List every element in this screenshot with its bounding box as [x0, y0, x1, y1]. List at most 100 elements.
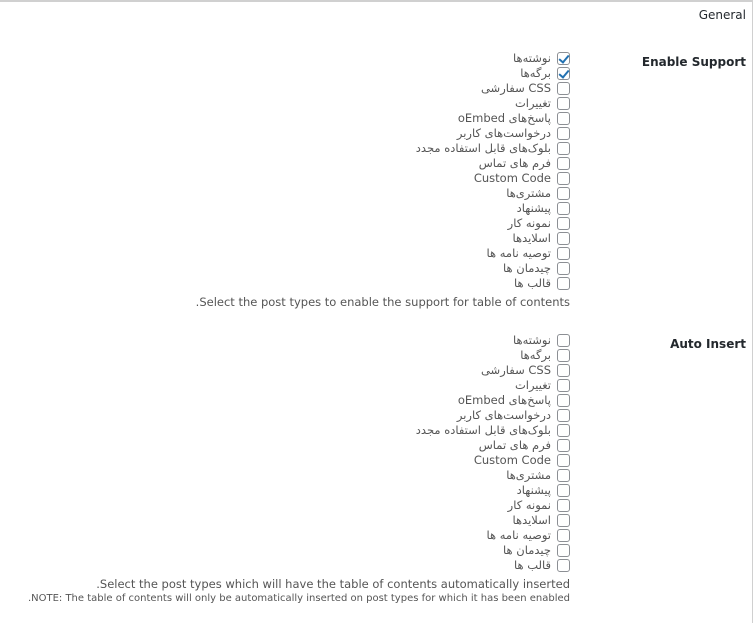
enable-support-checkbox[interactable]: [557, 187, 570, 200]
enable-support-checkbox[interactable]: [557, 232, 570, 245]
enable-support-option-label: نوشته‌ها: [513, 51, 551, 65]
auto-insert-description: Select the post types which will have th…: [96, 577, 570, 591]
auto-insert-option-label: پیشنهاد: [516, 483, 551, 497]
enable-support-checkbox[interactable]: [557, 97, 570, 110]
auto-insert-option-label: بلوک‌های قابل استفاده مجدد: [415, 423, 551, 437]
enable-support-option[interactable]: برگه‌ها: [10, 66, 570, 81]
auto-insert-note: NOTE: The table of contents will only be…: [27, 593, 570, 604]
auto-insert-option[interactable]: فرم های تماس: [10, 438, 570, 453]
enable-support-option-label: نمونه کار: [507, 216, 551, 230]
enable-support-option[interactable]: توصیه نامه ها: [10, 246, 570, 261]
auto-insert-option[interactable]: چیدمان ها: [10, 543, 570, 558]
auto-insert-option[interactable]: توصیه نامه ها: [10, 528, 570, 543]
enable-support-option[interactable]: پیشنهاد: [10, 201, 570, 216]
auto-insert-checkbox[interactable]: [557, 529, 570, 542]
auto-insert-checkbox[interactable]: [557, 499, 570, 512]
enable-support-option-label: بلوک‌های قابل استفاده مجدد: [415, 141, 551, 155]
enable-support-option[interactable]: قالب ها: [10, 276, 570, 291]
auto-insert-option[interactable]: CSS سفارشی: [10, 363, 570, 378]
auto-insert-option-label: درخواست‌های کاربر: [456, 408, 551, 422]
enable-support-option-label: فرم های تماس: [478, 156, 551, 170]
auto-insert-option[interactable]: پیشنهاد: [10, 483, 570, 498]
auto-insert-option-label: CSS سفارشی: [480, 363, 551, 377]
enable-support-option-label: توصیه نامه ها: [486, 246, 551, 260]
enable-support-option-label: اسلایدها: [512, 231, 552, 245]
auto-insert-checkbox[interactable]: [557, 484, 570, 497]
auto-insert-option[interactable]: Custom Code: [10, 453, 570, 468]
auto-insert-option-label: پاسخ‌های oEmbed: [457, 393, 551, 407]
auto-insert-checkbox[interactable]: [557, 349, 570, 362]
auto-insert-option[interactable]: مشتری‌ها: [10, 468, 570, 483]
auto-insert-checkbox[interactable]: [557, 439, 570, 452]
auto-insert-option-label: برگه‌ها: [520, 348, 551, 362]
auto-insert-option-label: نوشته‌ها: [513, 333, 551, 347]
enable-support-option-label: پاسخ‌های oEmbed: [457, 111, 551, 125]
enable-support-option[interactable]: چیدمان ها: [10, 261, 570, 276]
enable-support-field: نوشته‌ها برگه‌ها CSS سفارشی تغییرات پاسخ‌های…: [10, 51, 570, 309]
enable-support-option[interactable]: اسلایدها: [10, 231, 570, 246]
auto-insert-option[interactable]: اسلایدها: [10, 513, 570, 528]
auto-insert-checkbox[interactable]: [557, 469, 570, 482]
auto-insert-option[interactable]: پاسخ‌های oEmbed: [10, 393, 570, 408]
enable-support-option-label: پیشنهاد: [516, 201, 551, 215]
enable-support-option[interactable]: درخواست‌های کاربر: [10, 126, 570, 141]
enable-support-checkbox[interactable]: [557, 52, 570, 65]
auto-insert-option-label: مشتری‌ها: [506, 468, 551, 482]
auto-insert-checkbox[interactable]: [557, 559, 570, 572]
enable-support-checkbox[interactable]: [557, 217, 570, 230]
auto-insert-options: نوشته‌ها برگه‌ها CSS سفارشی تغییرات پاسخ‌های…: [10, 333, 570, 573]
auto-insert-option-label: فرم های تماس: [478, 438, 551, 452]
enable-support-checkbox[interactable]: [557, 82, 570, 95]
auto-insert-checkbox[interactable]: [557, 364, 570, 377]
auto-insert-checkbox[interactable]: [557, 334, 570, 347]
auto-insert-label: Auto Insert: [670, 337, 746, 351]
enable-support-checkbox[interactable]: [557, 157, 570, 170]
enable-support-checkbox[interactable]: [557, 67, 570, 80]
auto-insert-option[interactable]: نوشته‌ها: [10, 333, 570, 348]
enable-support-checkbox[interactable]: [557, 112, 570, 125]
auto-insert-checkbox[interactable]: [557, 544, 570, 557]
enable-support-option[interactable]: نوشته‌ها: [10, 51, 570, 66]
auto-insert-option-label: چیدمان ها: [503, 543, 551, 557]
enable-support-description: Select the post types to enable the supp…: [195, 295, 570, 309]
auto-insert-option[interactable]: قالب ها: [10, 558, 570, 573]
auto-insert-field: نوشته‌ها برگه‌ها CSS سفارشی تغییرات پاسخ‌های…: [10, 333, 570, 604]
enable-support-option[interactable]: نمونه کار: [10, 216, 570, 231]
auto-insert-checkbox[interactable]: [557, 424, 570, 437]
enable-support-option[interactable]: پاسخ‌های oEmbed: [10, 111, 570, 126]
auto-insert-checkbox[interactable]: [557, 379, 570, 392]
enable-support-checkbox[interactable]: [557, 142, 570, 155]
auto-insert-option[interactable]: برگه‌ها: [10, 348, 570, 363]
auto-insert-checkbox[interactable]: [557, 514, 570, 527]
enable-support-option[interactable]: Custom Code: [10, 171, 570, 186]
enable-support-option[interactable]: CSS سفارشی: [10, 81, 570, 96]
enable-support-option-label: درخواست‌های کاربر: [456, 126, 551, 140]
enable-support-checkbox[interactable]: [557, 277, 570, 290]
enable-support-options: نوشته‌ها برگه‌ها CSS سفارشی تغییرات پاسخ‌های…: [10, 51, 570, 291]
enable-support-label: Enable Support: [641, 55, 746, 69]
enable-support-option[interactable]: فرم های تماس: [10, 156, 570, 171]
auto-insert-checkbox[interactable]: [557, 394, 570, 407]
auto-insert-option[interactable]: نمونه کار: [10, 498, 570, 513]
auto-insert-option-label: توصیه نامه ها: [486, 528, 551, 542]
enable-support-checkbox[interactable]: [557, 262, 570, 275]
enable-support-option-label: برگه‌ها: [520, 66, 551, 80]
auto-insert-option-label: تغییرات: [514, 378, 551, 392]
enable-support-checkbox[interactable]: [557, 247, 570, 260]
enable-support-option[interactable]: تغییرات: [10, 96, 570, 111]
enable-support-checkbox[interactable]: [557, 127, 570, 140]
auto-insert-option-label: Custom Code: [473, 453, 551, 467]
enable-support-checkbox[interactable]: [557, 202, 570, 215]
auto-insert-option[interactable]: بلوک‌های قابل استفاده مجدد: [10, 423, 570, 438]
auto-insert-option[interactable]: درخواست‌های کاربر: [10, 408, 570, 423]
enable-support-option-label: قالب ها: [513, 276, 551, 290]
enable-support-checkbox[interactable]: [557, 172, 570, 185]
auto-insert-checkbox[interactable]: [557, 454, 570, 467]
section-title: General: [698, 8, 746, 22]
enable-support-option-label: CSS سفارشی: [480, 81, 551, 95]
enable-support-option[interactable]: بلوک‌های قابل استفاده مجدد: [10, 141, 570, 156]
enable-support-option-label: مشتری‌ها: [506, 186, 551, 200]
enable-support-option[interactable]: مشتری‌ها: [10, 186, 570, 201]
auto-insert-checkbox[interactable]: [557, 409, 570, 422]
auto-insert-option[interactable]: تغییرات: [10, 378, 570, 393]
